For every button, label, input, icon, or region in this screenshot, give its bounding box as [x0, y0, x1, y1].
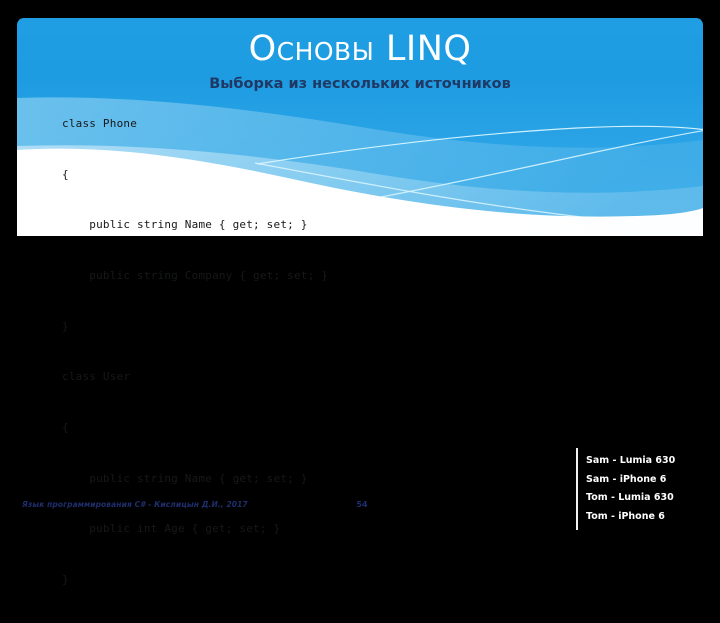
console-output-panel: Sam - Lumia 630 Sam - iPhone 6 Tom - Lum… — [576, 448, 706, 530]
code-listing: class Phone { public string Name { get; … — [62, 82, 328, 623]
code-line: public int Age { get; set; } — [62, 522, 281, 536]
code-line: public string Name { get; set; } — [62, 471, 308, 485]
code-line: } — [62, 573, 69, 587]
code-line: public string Company { get; set; } — [62, 268, 329, 282]
console-output-line: Tom - iPhone 6 — [586, 511, 665, 523]
code-line: { — [62, 167, 69, 181]
console-output-line: Sam - iPhone 6 — [586, 473, 667, 485]
console-output-line: Sam - Lumia 630 — [586, 455, 676, 466]
slide-number: 54 — [356, 500, 368, 509]
slide-stage: Основы LINQ Выборка из нескольких источн… — [0, 0, 720, 586]
code-line: class Phone — [62, 116, 138, 130]
footer-credit: Язык программирования C# - Кислицын Д.И.… — [22, 500, 248, 509]
code-line: { — [62, 421, 69, 435]
console-output-line: Tom - Lumia 630 — [586, 492, 674, 504]
code-line: public string Name { get; set; } — [62, 218, 308, 232]
code-line: } — [62, 319, 69, 333]
code-line: class User — [62, 370, 131, 384]
